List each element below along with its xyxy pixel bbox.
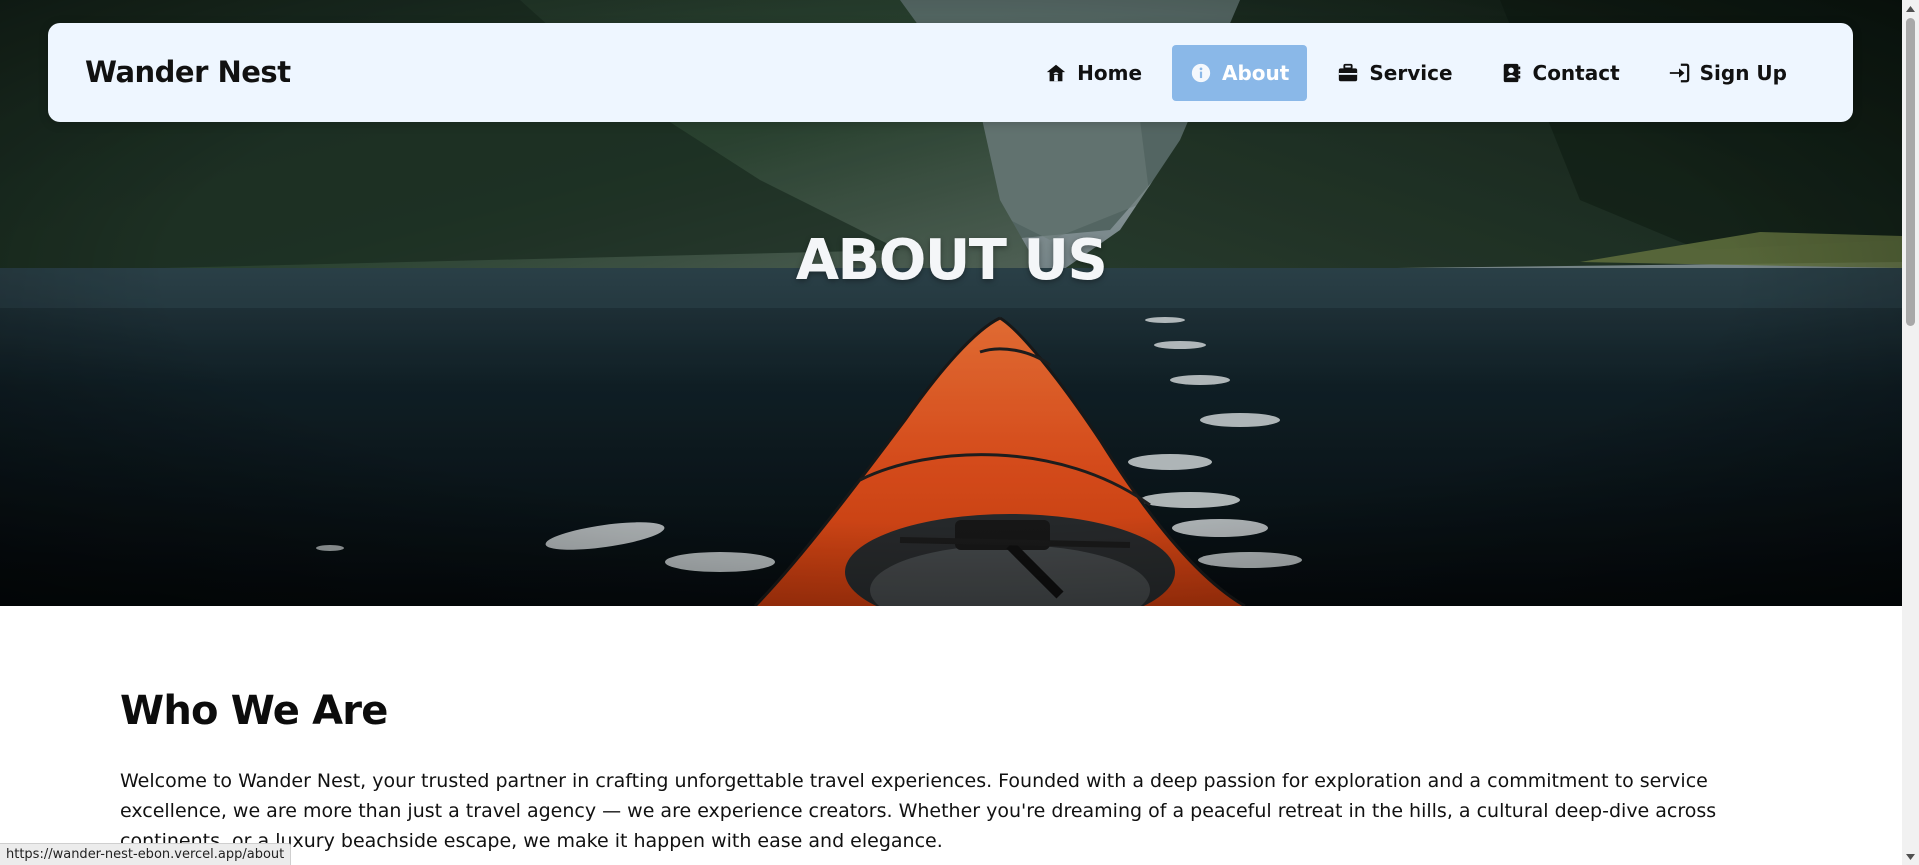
section-paragraph: Welcome to Wander Nest, your trusted par…	[120, 770, 1717, 852]
contact-book-icon	[1501, 62, 1523, 84]
nav-item-label: About	[1222, 61, 1290, 85]
nav-item-signup[interactable]: Sign Up	[1650, 45, 1805, 101]
brand-logo-text[interactable]: Wander Nest	[85, 23, 291, 122]
nav-item-about[interactable]: About	[1172, 45, 1308, 101]
nav-item-service[interactable]: Service	[1319, 45, 1470, 101]
vertical-scrollbar[interactable]	[1902, 0, 1919, 865]
nav-item-label: Service	[1369, 61, 1453, 85]
hero-title: ABOUT US	[795, 228, 1108, 293]
status-bar-url: https://wander-nest-ebon.vercel.app/abou…	[0, 843, 292, 865]
nav-item-label: Home	[1077, 61, 1143, 85]
page: ABOUT US Wander Nest Home About Service …	[0, 0, 1919, 865]
scrollbar-thumb[interactable]	[1906, 18, 1915, 326]
nav-item-contact[interactable]: Contact	[1483, 45, 1638, 101]
nav-menu: Home About Service Contact Sign Up	[1027, 45, 1805, 101]
nav-item-label: Contact	[1532, 61, 1620, 85]
briefcase-icon	[1337, 62, 1359, 84]
section-heading-who-we-are: Who We Are	[120, 688, 388, 734]
nav-item-label: Sign Up	[1699, 61, 1787, 85]
scroll-up-arrow-icon[interactable]	[1902, 0, 1919, 17]
info-icon	[1190, 62, 1212, 84]
navbar: Wander Nest Home About Service Contact S…	[48, 23, 1853, 122]
nav-item-home[interactable]: Home	[1027, 45, 1160, 101]
scroll-down-arrow-icon[interactable]	[1902, 848, 1919, 865]
sign-in-icon	[1668, 62, 1690, 84]
home-icon	[1045, 62, 1067, 84]
